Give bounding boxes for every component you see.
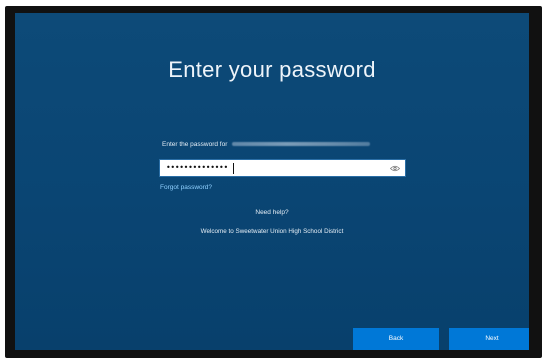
- login-screen: Enter your password Enter the password f…: [15, 13, 529, 350]
- need-help-link[interactable]: Need help?: [15, 209, 529, 216]
- password-prompt: Enter the password for: [162, 141, 371, 148]
- password-input[interactable]: ••••••••••••••: [159, 159, 406, 177]
- next-button[interactable]: Next: [449, 328, 529, 350]
- back-button[interactable]: Back: [353, 328, 439, 350]
- text-caret: [233, 163, 234, 174]
- blurred-account-name: [232, 142, 371, 147]
- photo-frame: Enter your password Enter the password f…: [0, 0, 546, 364]
- page-title: Enter your password: [168, 57, 376, 82]
- forgot-password-link[interactable]: Forgot password?: [160, 184, 212, 191]
- eye-icon[interactable]: [390, 165, 400, 172]
- password-prompt-label: Enter the password for: [162, 141, 228, 148]
- password-mask: ••••••••••••••: [166, 163, 228, 172]
- welcome-message: Welcome to Sweetwater Union High School …: [200, 228, 344, 235]
